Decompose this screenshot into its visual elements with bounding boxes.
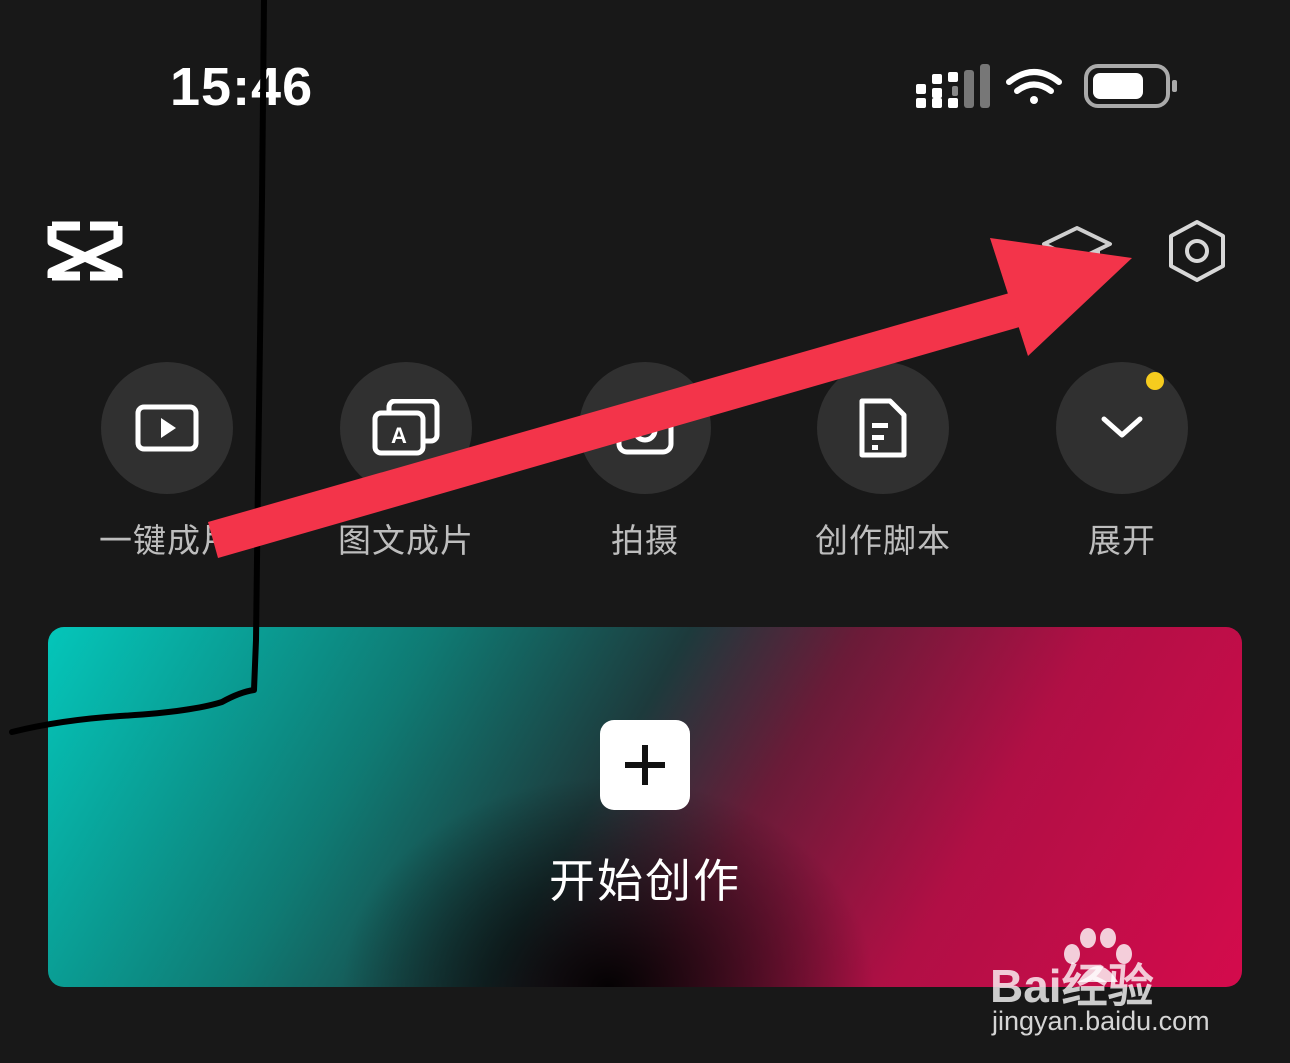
tool-circle [101,362,233,494]
tool-circle [579,362,711,494]
tool-circle [817,362,949,494]
start-creation-label: 开始创作 [549,854,741,908]
tool-script[interactable]: 创作脚本 [763,362,1003,572]
tool-shoot[interactable]: 拍摄 [525,362,765,572]
capcut-logo-icon [47,221,123,281]
battery-icon [1084,64,1177,108]
chevron-down-icon [1101,416,1143,438]
play-video-icon [135,404,199,452]
plus-icon [625,745,665,785]
graduation-cap-icon[interactable] [1040,220,1114,280]
cellular-signal-icon [916,64,990,108]
tool-label: 图文成片 [338,521,474,560]
tool-circle: A [340,362,472,494]
tool-text-to-video[interactable]: A 图文成片 [286,362,526,572]
tool-circle [1056,362,1188,494]
tool-one-click-video[interactable]: 一键成片 [47,362,287,572]
baidu-watermark: Bai经验 jingyan.baidu.com [988,920,1248,1040]
settings-gear-icon[interactable] [1164,218,1230,284]
status-time: 15:46 [170,57,314,117]
status-bar-icons [916,64,1177,108]
camera-icon [616,402,674,455]
script-document-icon [859,398,907,458]
tool-label: 一键成片 [99,521,235,560]
svg-text:A: A [391,423,407,448]
tool-label: 展开 [1088,521,1156,560]
tool-label: 创作脚本 [815,521,951,560]
text-to-video-icon: A [372,399,440,456]
plus-button[interactable] [600,720,690,810]
tool-label: 拍摄 [611,521,679,560]
watermark-url: jingyan.baidu.com [992,1006,1210,1036]
tool-expand[interactable]: 展开 [1002,362,1242,572]
wifi-icon [1006,69,1062,104]
notification-badge-dot [1146,372,1164,390]
